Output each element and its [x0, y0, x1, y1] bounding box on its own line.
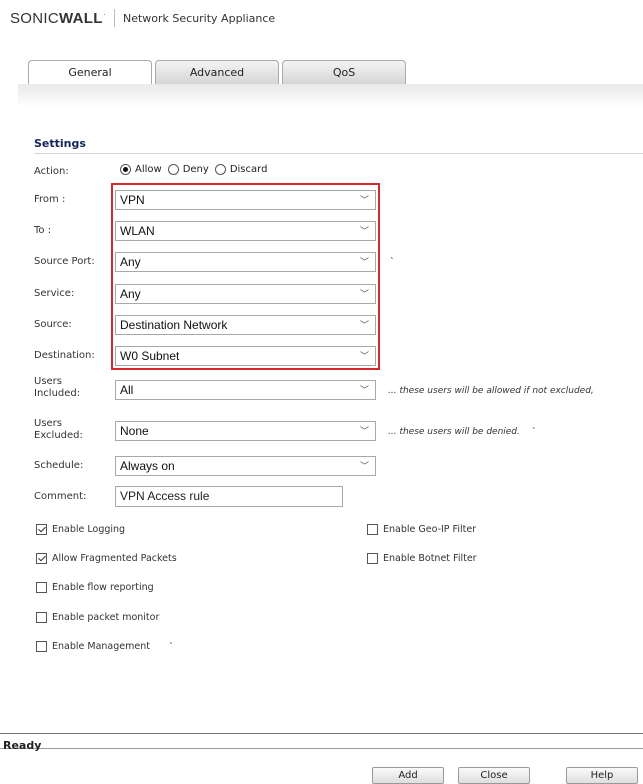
sonicwall-logo: SONICWALL.	[10, 9, 106, 27]
users-excluded-note: ... these users will be denied.	[388, 427, 520, 437]
highlight-box	[111, 183, 380, 370]
tab-advanced[interactable]: Advanced	[155, 60, 279, 85]
radio-selected-icon	[120, 164, 131, 175]
action-allow-label: Allow	[135, 164, 162, 175]
header-divider	[113, 9, 115, 27]
action-discard-radio[interactable]: Discard	[214, 164, 268, 175]
enable-packet-monitor-checkbox[interactable]: Enable packet monitor	[36, 612, 159, 623]
schedule-value: Always on	[120, 459, 175, 473]
enable-botnet-checkbox[interactable]: Enable Botnet Filter	[367, 553, 477, 564]
users-excluded-label-line1: Users	[34, 418, 63, 429]
checkbox-unchecked-icon	[367, 553, 378, 564]
enable-logging-label: Enable Logging	[52, 524, 126, 535]
from-value: VPN	[120, 193, 145, 207]
section-heading: Settings	[34, 137, 86, 150]
checkbox-checked-icon	[36, 524, 47, 535]
schedule-label: Schedule:	[34, 460, 84, 471]
enable-flow-reporting-label: Enable flow reporting	[52, 582, 154, 593]
enable-botnet-label: Enable Botnet Filter	[383, 553, 477, 564]
to-label: To :	[34, 225, 52, 236]
service-label: Service:	[34, 288, 75, 299]
to-select[interactable]: WLAN ﹀	[115, 221, 376, 241]
users-included-label-line2: Included:	[34, 388, 81, 399]
enable-geo-ip-label: Enable Geo-IP Filter	[383, 524, 477, 535]
checkbox-checked-icon	[36, 553, 47, 564]
checkbox-unchecked-icon	[36, 612, 47, 623]
checkbox-unchecked-icon	[36, 582, 47, 593]
tab-content-band	[18, 84, 643, 106]
tick-mark-icon: ˎ	[390, 250, 395, 260]
source-select[interactable]: Destination Network ﹀	[115, 315, 376, 335]
users-included-value: All	[120, 383, 134, 397]
from-select[interactable]: VPN ﹀	[115, 190, 376, 210]
allow-fragmented-label: Allow Fragmented Packets	[52, 553, 177, 564]
action-discard-label: Discard	[229, 164, 268, 175]
users-excluded-label: Users Excluded:	[34, 418, 114, 442]
chevron-down-icon: ﹀	[359, 195, 369, 205]
status-text: Ready	[3, 739, 42, 752]
action-deny-radio[interactable]: Deny	[167, 164, 209, 175]
status-bar: Ready	[0, 733, 643, 752]
source-label: Source:	[34, 319, 72, 330]
source-port-label: Source Port:	[34, 256, 95, 267]
checkbox-unchecked-icon	[36, 641, 47, 652]
tab-general[interactable]: General	[28, 60, 152, 85]
chevron-down-icon: ﹀	[359, 426, 369, 436]
users-included-note: ... these users will be allowed if not e…	[388, 386, 594, 396]
section-divider	[34, 153, 643, 154]
destination-label: Destination:	[34, 350, 95, 361]
source-port-value: Any	[120, 255, 141, 269]
destination-select[interactable]: W0 Subnet ﹀	[115, 346, 376, 366]
tab-qos[interactable]: QoS	[282, 60, 406, 85]
chevron-down-icon: ﹀	[359, 385, 369, 395]
chevron-down-icon: ﹀	[359, 461, 369, 471]
header: SONICWALL. Network Security Appliance	[10, 8, 275, 28]
enable-packet-monitor-label: Enable packet monitor	[52, 612, 160, 623]
service-select[interactable]: Any ﹀	[115, 284, 376, 304]
comment-label: Comment:	[34, 491, 87, 502]
radio-unselected-icon	[214, 164, 226, 175]
users-included-label-line1: Users	[34, 376, 63, 387]
close-button[interactable]: Close	[458, 767, 530, 784]
action-deny-label: Deny	[182, 164, 209, 175]
from-label: From :	[34, 194, 66, 205]
service-value: Any	[120, 287, 141, 301]
enable-management-label: Enable Management	[52, 641, 150, 652]
chevron-down-icon: ﹀	[359, 257, 369, 267]
radio-unselected-icon	[167, 164, 179, 175]
users-excluded-value: None	[120, 424, 149, 438]
checkbox-unchecked-icon	[367, 524, 378, 535]
chevron-down-icon: ﹀	[359, 226, 369, 236]
comment-input[interactable]: VPN Access rule	[115, 486, 343, 507]
help-button[interactable]: Help	[566, 767, 638, 784]
add-button[interactable]: Add	[372, 767, 444, 784]
source-value: Destination Network	[120, 318, 228, 332]
users-excluded-select[interactable]: None ﹀	[115, 421, 376, 441]
tab-bar: General Advanced QoS	[28, 60, 409, 85]
enable-logging-checkbox[interactable]: Enable Logging	[36, 524, 125, 535]
enable-geo-ip-checkbox[interactable]: Enable Geo-IP Filter	[367, 524, 476, 535]
users-excluded-label-line2: Excluded:	[34, 430, 83, 441]
action-radio-group: Allow Deny Discard	[120, 164, 273, 175]
chevron-down-icon: ﹀	[359, 320, 369, 330]
source-port-select[interactable]: Any ﹀	[115, 252, 376, 272]
to-value: WLAN	[120, 224, 155, 238]
action-label: Action:	[34, 166, 69, 177]
chevron-down-icon: ﹀	[359, 351, 369, 361]
allow-fragmented-checkbox[interactable]: Allow Fragmented Packets	[36, 553, 177, 564]
enable-management-checkbox[interactable]: Enable Management	[36, 641, 150, 652]
users-included-select[interactable]: All ﹀	[115, 380, 376, 400]
users-included-label: Users Included:	[34, 376, 114, 400]
tick-mark-icon: ˎ	[169, 635, 174, 645]
chevron-down-icon: ﹀	[359, 289, 369, 299]
schedule-select[interactable]: Always on ﹀	[115, 456, 376, 476]
tick-mark-icon: ˎ	[532, 420, 537, 430]
product-name: Network Security Appliance	[122, 11, 276, 25]
destination-value: W0 Subnet	[120, 349, 180, 363]
enable-flow-reporting-checkbox[interactable]: Enable flow reporting	[36, 582, 154, 593]
action-allow-radio[interactable]: Allow	[120, 164, 162, 175]
